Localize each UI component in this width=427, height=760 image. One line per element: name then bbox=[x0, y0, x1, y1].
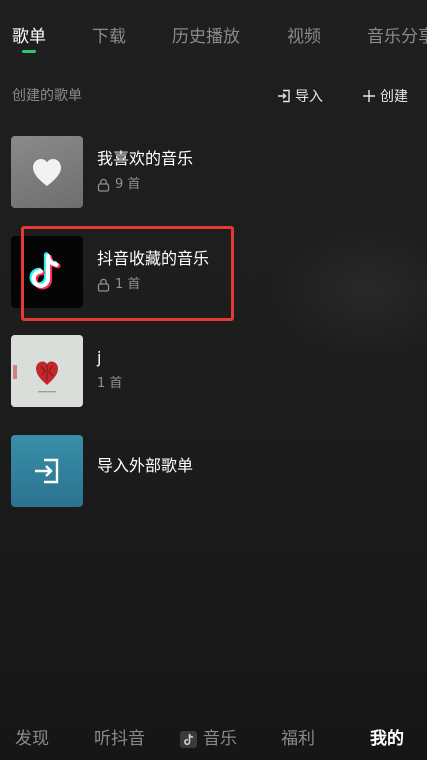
import-icon bbox=[278, 89, 290, 103]
active-tab-indicator bbox=[22, 50, 36, 53]
import-label: 导入 bbox=[295, 89, 323, 105]
section-title: 创建的歌单 bbox=[12, 88, 82, 104]
create-label: 创建 bbox=[380, 89, 408, 105]
playlist-count: 1 首 bbox=[97, 376, 123, 391]
tab-music-share[interactable]: 音乐分享 bbox=[367, 26, 427, 48]
playlist-name: j bbox=[97, 348, 102, 367]
top-tab-bar: 歌单 下载 历史播放 视频 音乐分享 bbox=[0, 0, 427, 60]
nav-music[interactable]: 音乐 bbox=[180, 728, 237, 750]
heart-icon bbox=[33, 159, 61, 186]
tab-downloads[interactable]: 下载 bbox=[92, 26, 126, 48]
import-button[interactable]: 导入 bbox=[277, 86, 323, 106]
playlist-cover bbox=[11, 435, 83, 507]
music-app-icon bbox=[180, 730, 197, 748]
tab-history[interactable]: 历史播放 bbox=[172, 26, 240, 48]
create-button[interactable]: 创建 bbox=[362, 86, 408, 106]
playlist-name: 导入外部歌单 bbox=[97, 456, 194, 475]
playlist-meta: 9 首 bbox=[97, 176, 140, 194]
tab-videos[interactable]: 视频 bbox=[287, 26, 321, 48]
nav-discover[interactable]: 发现 bbox=[15, 728, 49, 750]
playlist-item-j[interactable]: j 1 首 bbox=[0, 335, 427, 409]
app-screen: 歌单 下载 历史播放 视频 音乐分享 创建的歌单 导入 创建 我喜欢的音乐 9 … bbox=[0, 0, 427, 760]
playlist-name: 我喜欢的音乐 bbox=[97, 149, 194, 168]
import-external-playlist[interactable]: 导入外部歌单 bbox=[0, 435, 427, 509]
nav-listen-douyin[interactable]: 听抖音 bbox=[94, 728, 145, 750]
playlist-count: 9 首 bbox=[115, 177, 141, 192]
playlist-cover bbox=[11, 335, 83, 407]
nav-welfare[interactable]: 福利 bbox=[281, 728, 315, 750]
import-icon bbox=[35, 458, 59, 484]
nav-mine[interactable]: 我的 bbox=[370, 728, 404, 750]
lock-icon bbox=[97, 178, 110, 192]
bottom-nav: 发现 听抖音 音乐 福利 我的 bbox=[0, 718, 427, 760]
playlist-item-favorites[interactable]: 我喜欢的音乐 9 首 bbox=[0, 136, 427, 210]
album-art-red-heart bbox=[11, 335, 83, 407]
playlist-meta: 1 首 bbox=[97, 375, 122, 393]
nav-music-label: 音乐 bbox=[203, 729, 237, 749]
highlight-box bbox=[21, 226, 234, 321]
plus-icon bbox=[363, 90, 375, 102]
tab-playlists[interactable]: 歌单 bbox=[12, 26, 46, 48]
playlist-cover bbox=[11, 136, 83, 208]
